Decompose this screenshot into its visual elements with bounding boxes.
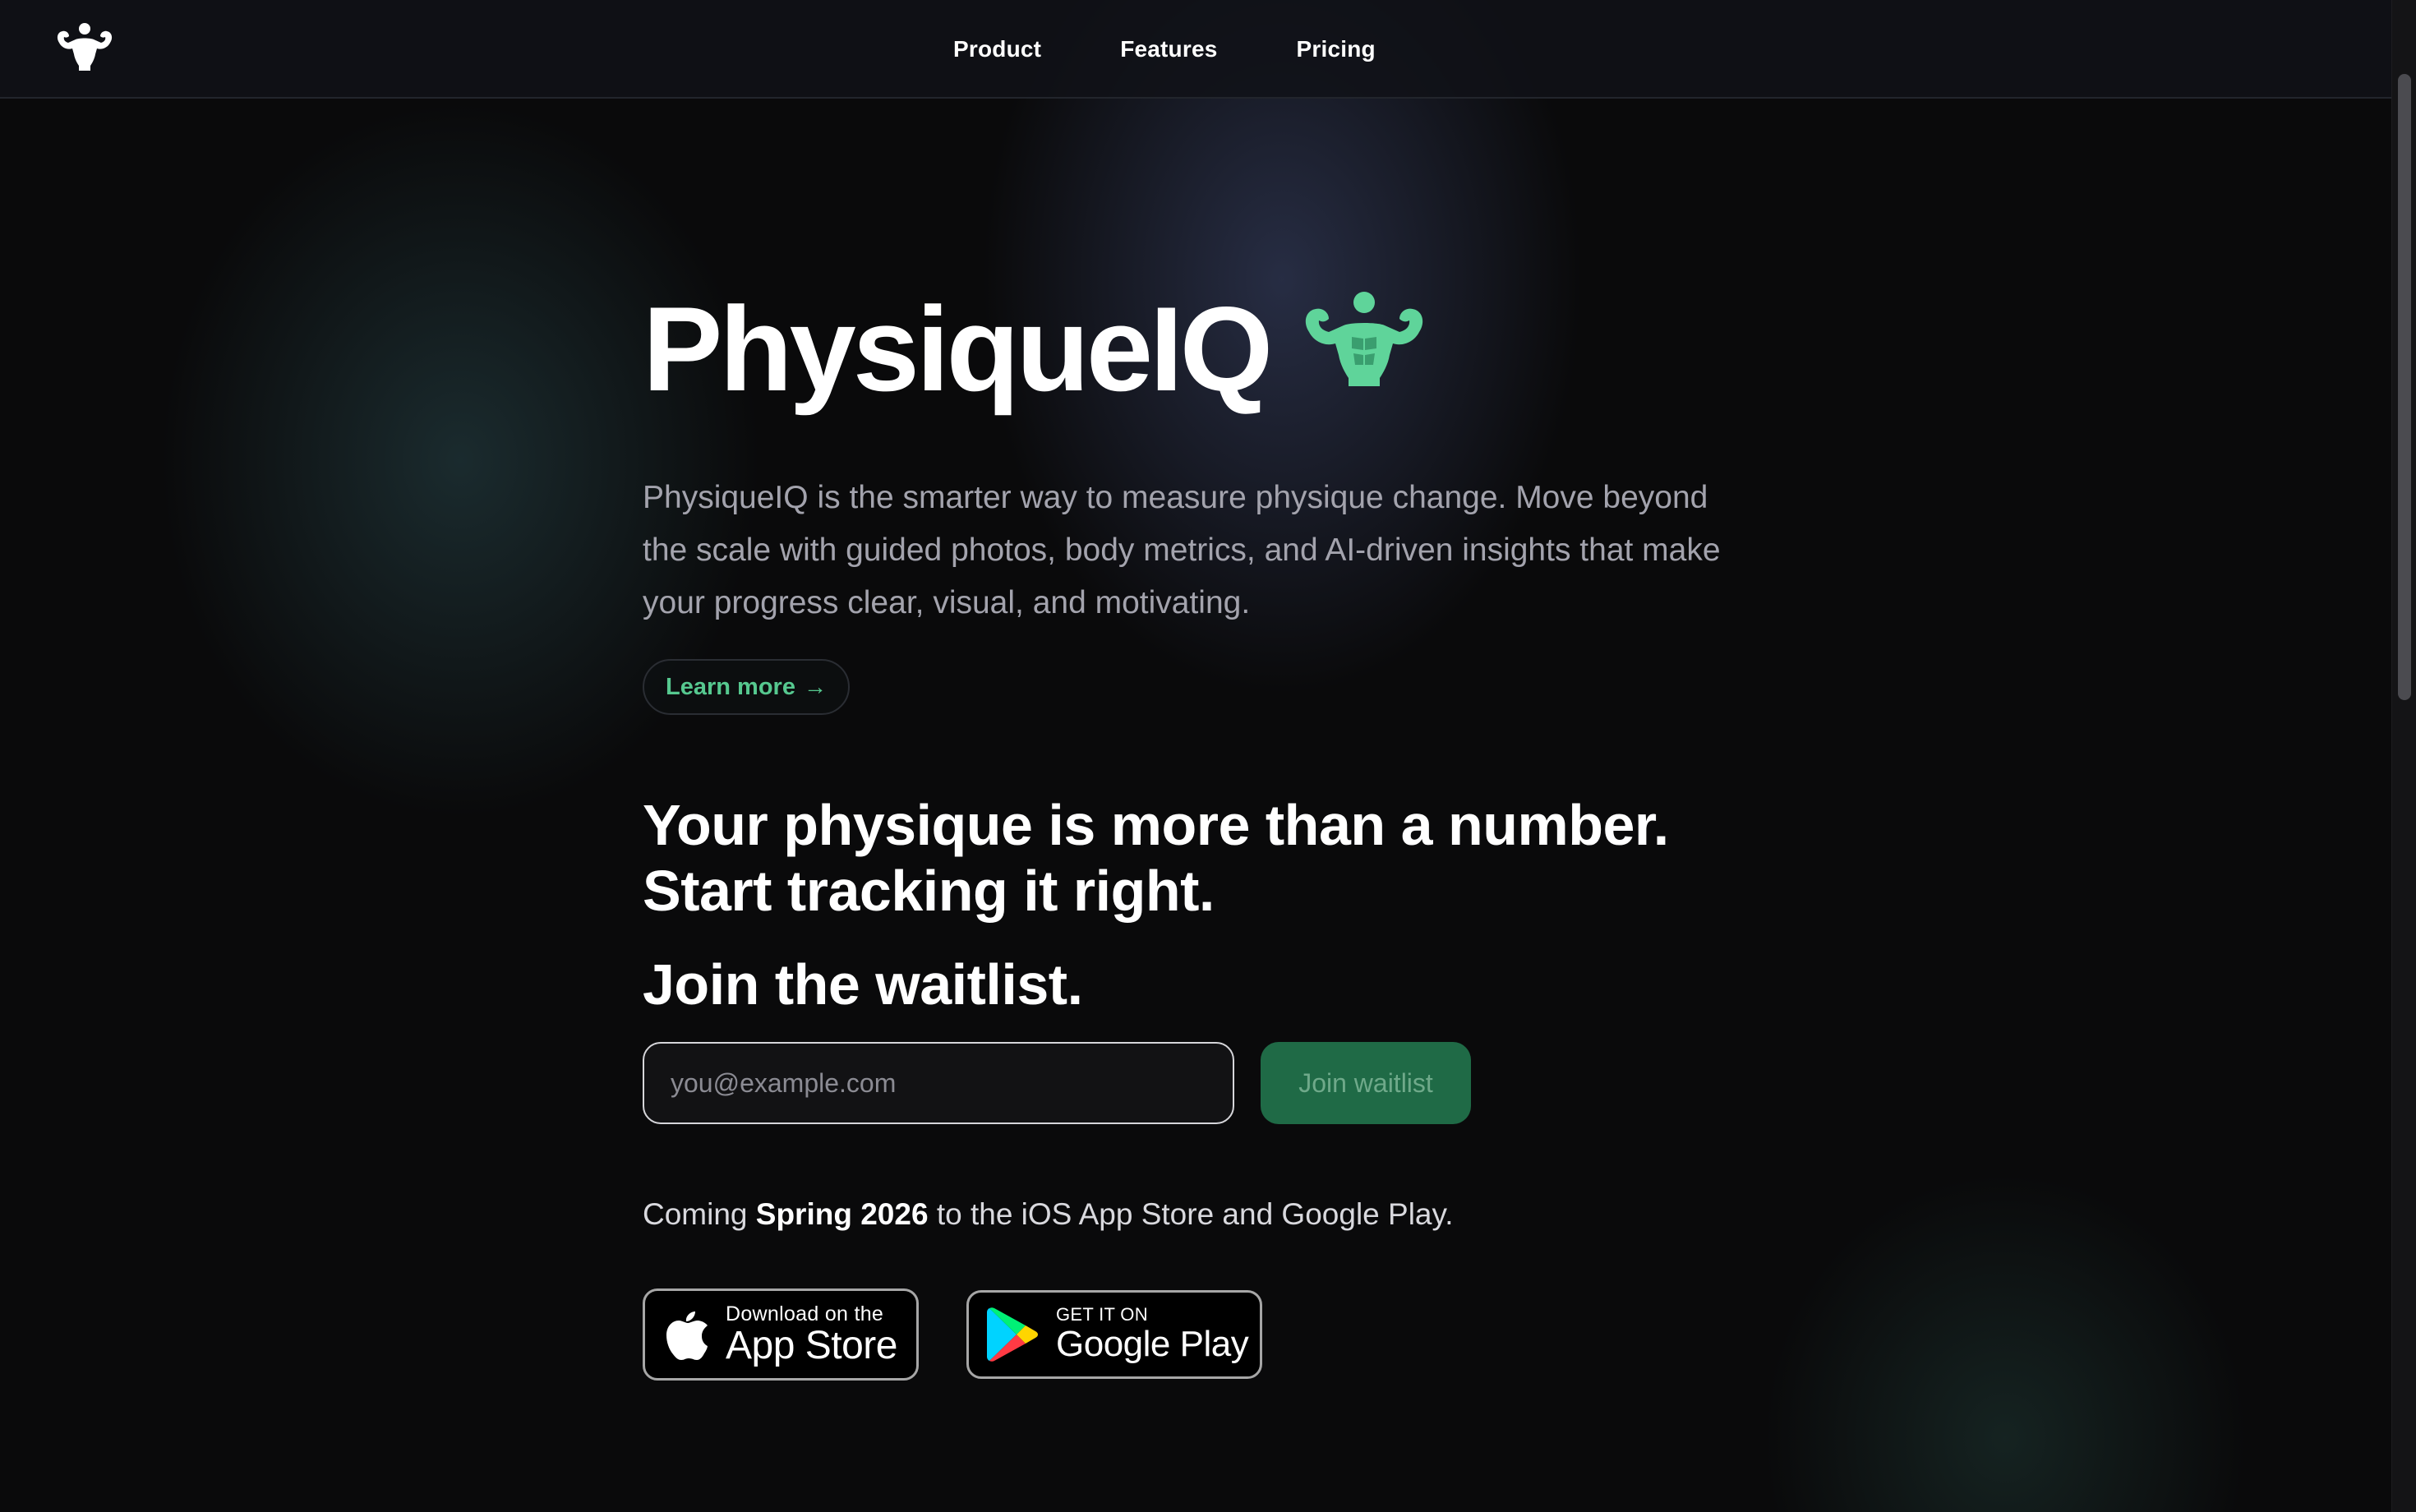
flexed-bodybuilder-icon[interactable] (51, 21, 118, 74)
launch-suffix: to the iOS App Store and Google Play. (928, 1197, 1454, 1231)
hero-description: PhysiqueIQ is the smarter way to measure… (643, 480, 1721, 620)
flexed-bodybuilder-icon (1306, 292, 1423, 386)
learn-more-label: Learn more (666, 673, 795, 700)
tagline: Your physique is more than a number. Sta… (643, 792, 1793, 924)
arrow-right-icon: → (803, 674, 827, 699)
nav-link-pricing[interactable]: Pricing (1297, 36, 1376, 62)
app-store-badge[interactable]: Download on the App Store (643, 1288, 919, 1381)
nav-link-features[interactable]: Features (1120, 36, 1217, 62)
nav-links: Product Features Pricing (953, 0, 1376, 99)
hero-title: PhysiqueIQ (643, 282, 1273, 416)
nav-link-product[interactable]: Product (953, 36, 1041, 62)
waitlist-form: Join waitlist (643, 1042, 1471, 1124)
hero-title-row: PhysiqueIQ (643, 289, 1434, 409)
google-play-badge[interactable]: GET IT ON Google Play (966, 1290, 1262, 1379)
google-play-small-text: GET IT ON (1056, 1304, 1148, 1325)
launch-date: Spring 2026 (755, 1197, 929, 1231)
google-play-logo-icon (987, 1307, 1038, 1362)
app-store-big-text: App Store (726, 1324, 897, 1367)
tagline-line-2: Start tracking it right. (643, 859, 1215, 923)
waitlist-heading: Join the waitlist. (643, 952, 1083, 1016)
launch-prefix: Coming (643, 1197, 756, 1231)
join-waitlist-button[interactable]: Join waitlist (1261, 1042, 1471, 1124)
page-scrollbar[interactable] (2391, 0, 2416, 1512)
landing-page: Product Features Pricing PhysiqueIQ Phys… (0, 0, 2416, 1512)
top-nav: Product Features Pricing (0, 0, 2391, 99)
email-input[interactable] (643, 1042, 1234, 1124)
google-play-big-text: Google Play (1056, 1324, 1249, 1364)
app-store-badge-text: Download on the App Store (726, 1302, 897, 1367)
apple-logo-icon (666, 1311, 708, 1360)
google-play-badge-text: GET IT ON Google Play (1056, 1304, 1249, 1364)
launch-notice: Coming Spring 2026 to the iOS App Store … (643, 1192, 1454, 1238)
scrollbar-thumb[interactable] (2398, 74, 2411, 700)
learn-more-button[interactable]: Learn more → (643, 659, 850, 715)
tagline-line-1: Your physique is more than a number. (643, 793, 1669, 857)
app-store-small-text: Download on the (726, 1302, 884, 1325)
store-badges: Download on the App Store GET IT ON Goog… (643, 1288, 1262, 1381)
